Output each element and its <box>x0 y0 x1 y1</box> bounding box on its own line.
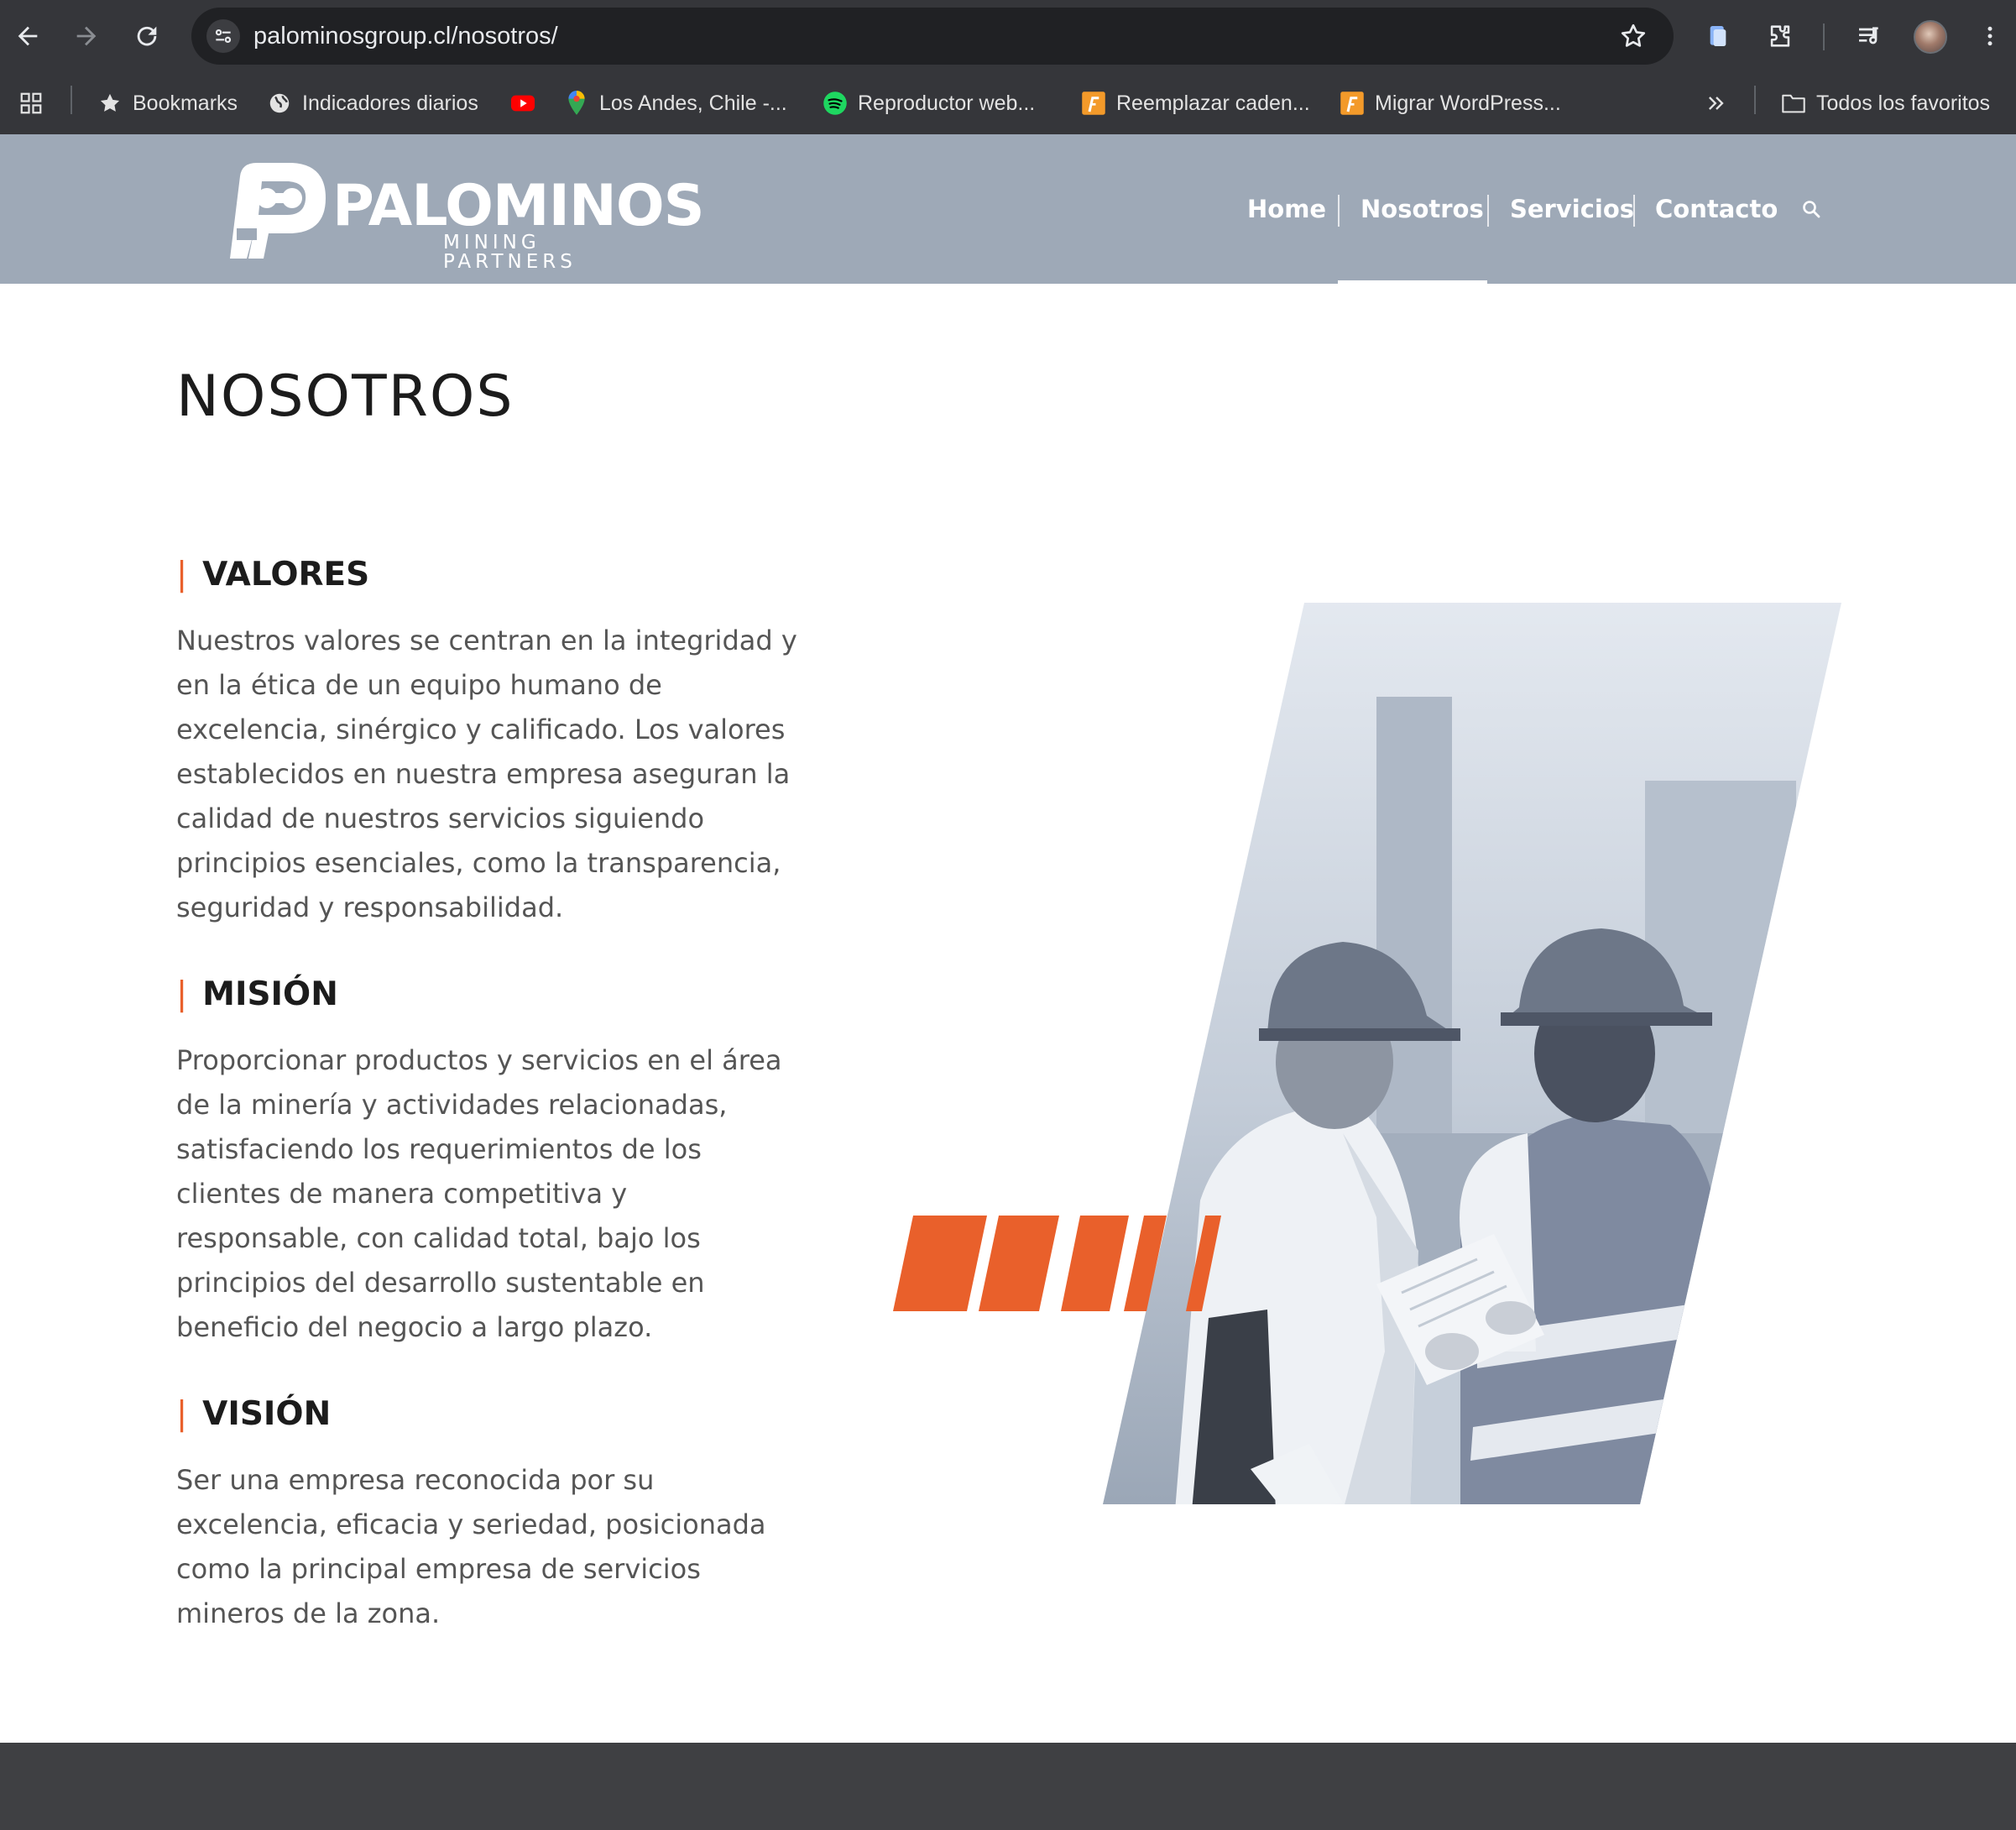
section-heading-text: MISIÓN <box>202 975 338 1013</box>
bookmark-label: Reemplazar caden... <box>1116 91 1310 115</box>
youtube-icon <box>510 91 535 116</box>
section-heading-text: VALORES <box>202 556 370 593</box>
bookmark-label: Indicadores diarios <box>302 91 478 115</box>
bookmark-migrar[interactable]: Migrar WordPress... <box>1340 72 1561 134</box>
maps-pin-icon <box>564 91 589 116</box>
nav-nosotros[interactable]: Nosotros <box>1361 134 1484 284</box>
site-settings-icon[interactable] <box>206 19 240 53</box>
nav-contacto[interactable]: Contacto <box>1655 134 1778 284</box>
bookmark-divider <box>1754 86 1756 114</box>
main-nav: Home Nosotros Servicios Contacto <box>0 134 2016 284</box>
section-body-vision: Ser una empresa reconocida por su excele… <box>176 1464 766 1629</box>
extension-docs-icon[interactable] <box>1700 18 1736 54</box>
nav-divider <box>1487 195 1489 227</box>
section-heading-vision: | VISIÓN <box>176 1395 331 1433</box>
all-bookmarks-label: Todos los favoritos <box>1816 91 1991 115</box>
bookmark-label: Bookmarks <box>133 91 238 115</box>
bookmark-label: Reproductor web... <box>858 91 1036 115</box>
nav-divider <box>1633 195 1635 227</box>
site-header: PALOMINOS MINING PARTNERS Home Nosotros … <box>0 134 2016 284</box>
bookmark-star-icon[interactable] <box>1618 21 1648 51</box>
bookmarks-bar: Bookmarks Indicadores diarios Los Andes,… <box>0 72 2016 134</box>
nav-servicios[interactable]: Servicios <box>1510 134 1634 284</box>
menu-kebab-icon[interactable] <box>1972 18 2008 54</box>
nav-active-indicator <box>1338 280 1487 284</box>
browser-toolbar: palominosgroup.cl/nosotros/ <box>0 0 2016 72</box>
bookmark-divider <box>71 86 72 114</box>
plugin-icon <box>1340 91 1365 116</box>
globe-icon <box>267 91 292 116</box>
apps-grid-icon <box>18 91 44 116</box>
section-heading-text: VISIÓN <box>202 1395 332 1433</box>
forward-button[interactable] <box>67 17 106 55</box>
search-icon <box>1803 201 1820 218</box>
heading-accent-bar: | <box>176 975 188 1013</box>
chevron-double-right-icon <box>1704 91 1729 116</box>
folder-icon <box>1781 91 1806 116</box>
media-queue-icon[interactable] <box>1851 18 1887 54</box>
heading-accent-bar: | <box>176 556 188 593</box>
apps-button[interactable] <box>18 72 44 134</box>
nav-divider <box>1338 195 1340 227</box>
bookmark-label: Migrar WordPress... <box>1375 91 1561 115</box>
section-body-valores: Nuestros valores se centran en la integr… <box>176 625 797 923</box>
bookmark-bookmarks[interactable]: Bookmarks <box>97 72 238 134</box>
arrow-right-icon <box>76 26 97 46</box>
profile-avatar[interactable] <box>1914 20 1947 54</box>
nav-home[interactable]: Home <box>1247 134 1326 284</box>
all-bookmarks-button[interactable]: Todos los favoritos <box>1781 72 1990 134</box>
bookmark-los-andes[interactable]: Los Andes, Chile -... <box>564 72 787 134</box>
back-button[interactable] <box>8 17 47 55</box>
heading-accent-bar: | <box>176 1395 188 1433</box>
section-heading-valores: | VALORES <box>176 556 369 593</box>
bookmark-label: Los Andes, Chile -... <box>599 91 787 115</box>
arrow-left-icon <box>18 26 38 46</box>
section-heading-mision: | MISIÓN <box>176 975 338 1013</box>
page-title: NOSOTROS <box>176 363 514 430</box>
bookmark-indicadores[interactable]: Indicadores diarios <box>267 72 478 134</box>
search-button[interactable] <box>1801 134 1821 284</box>
section-body-mision: Proporcionar productos y servicios en el… <box>176 1044 782 1343</box>
spotify-icon <box>823 91 848 116</box>
star-icon <box>97 91 123 116</box>
reload-icon <box>137 26 157 46</box>
url-text[interactable]: palominosgroup.cl/nosotros/ <box>253 8 558 65</box>
toolbar-divider <box>1823 24 1825 50</box>
bookmark-spotify[interactable]: Reproductor web... <box>823 72 1035 134</box>
site-footer <box>0 1743 2016 1830</box>
address-bar[interactable]: palominosgroup.cl/nosotros/ <box>191 8 1674 65</box>
more-bookmarks-button[interactable] <box>1704 72 1729 134</box>
bookmark-reemplazar[interactable]: Reemplazar caden... <box>1081 72 1310 134</box>
workers-photo <box>873 596 1846 1511</box>
reload-button[interactable] <box>128 17 166 55</box>
extensions-puzzle-icon[interactable] <box>1763 18 1798 54</box>
plugin-icon <box>1081 91 1106 116</box>
browser-chrome: palominosgroup.cl/nosotros/ Bookmarks In… <box>0 0 2016 134</box>
bookmark-youtube[interactable] <box>510 72 535 134</box>
